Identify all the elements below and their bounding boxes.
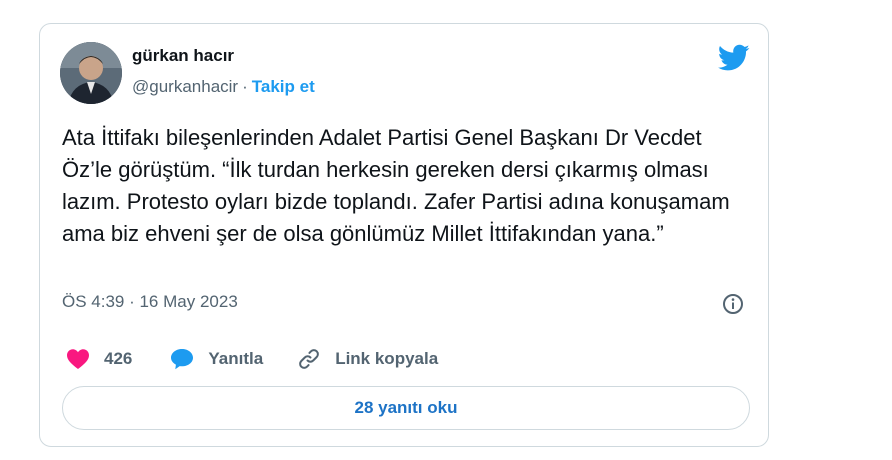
avatar[interactable] [60, 42, 122, 104]
reply-button[interactable]: Yanıtla [170, 348, 263, 370]
avatar-photo [60, 42, 122, 104]
author-handle-row: @gurkanhacir · Takip et [132, 77, 315, 97]
tweet-timestamp[interactable]: ÖS 4:39 · 16 May 2023 [62, 292, 238, 312]
info-icon[interactable] [722, 293, 744, 315]
copy-link-button[interactable]: Link kopyala [297, 347, 438, 371]
heart-icon [67, 349, 89, 369]
link-icon [299, 349, 320, 369]
read-replies-button[interactable]: 28 yanıtı oku [62, 386, 750, 430]
copy-link-label: Link kopyala [335, 349, 439, 368]
reply-label: Yanıtla [208, 349, 264, 368]
twitter-bird-icon[interactable] [718, 44, 750, 72]
author-name[interactable]: gürkan hacır [132, 46, 234, 66]
action-bar: 426 Yanıtla Link kopyala [66, 344, 438, 374]
tweet-card: gürkan hacır @gurkanhacir · Takip et Ata İ… [39, 23, 769, 447]
author-handle[interactable]: @gurkanhacir [132, 77, 238, 96]
like-count: 426 [104, 349, 133, 368]
speech-bubble-icon [171, 349, 194, 370]
follow-button[interactable]: Takip et [252, 77, 315, 96]
like-button[interactable]: 426 [66, 348, 132, 370]
tweet-text: Ata İttifakı bileşenlerinden Adalet Part… [62, 125, 730, 246]
separator-dot: · [242, 77, 248, 96]
